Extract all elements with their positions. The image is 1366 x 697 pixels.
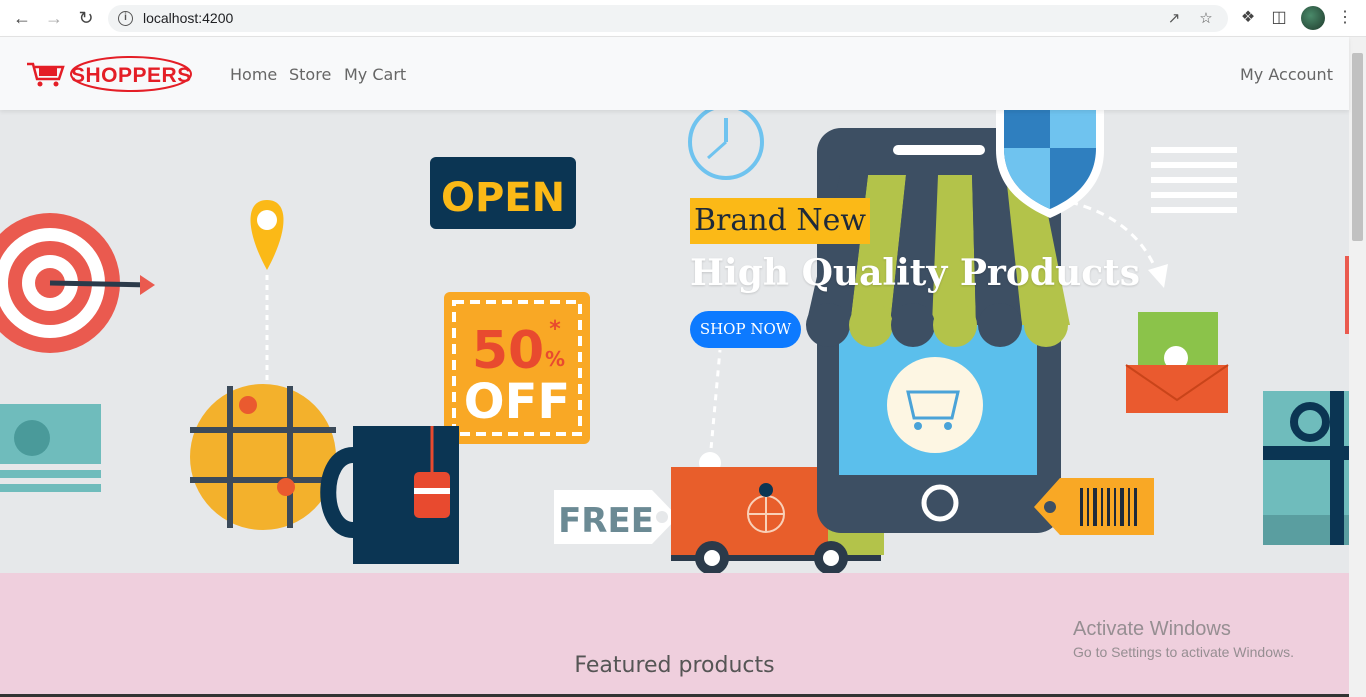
gift-box-icon bbox=[1263, 391, 1349, 545]
money-icon bbox=[0, 404, 101, 492]
profile-avatar[interactable] bbox=[1301, 6, 1325, 30]
scrollbar-thumb[interactable] bbox=[1352, 53, 1363, 241]
shoppers-logo[interactable]: SHOPPERS bbox=[25, 55, 195, 93]
site-navbar: SHOPPERS Home Store My Cart My Account bbox=[0, 37, 1349, 110]
watermark-line1: Activate Windows bbox=[1073, 618, 1231, 640]
target-icon bbox=[0, 213, 155, 353]
nav-link-my-cart[interactable]: My Cart bbox=[344, 65, 406, 84]
clock-icon bbox=[688, 110, 764, 180]
reload-icon[interactable]: ↻ bbox=[76, 8, 96, 28]
discount-star-text: * bbox=[549, 317, 561, 342]
hero-badge: Brand New bbox=[690, 198, 871, 244]
nav-link-store[interactable]: Store bbox=[289, 65, 331, 84]
brand-name: SHOPPERS bbox=[71, 64, 192, 87]
browser-toolbar: ← → ↻ i localhost:4200 ↗ ☆ ❖ ◫ ⋮ bbox=[0, 0, 1366, 37]
url-text[interactable]: localhost:4200 bbox=[143, 10, 233, 26]
nav-link-home[interactable]: Home bbox=[230, 65, 277, 84]
share-icon[interactable]: ↗ bbox=[1166, 11, 1182, 27]
forward-arrow-icon[interactable]: → bbox=[44, 8, 64, 28]
map-icon bbox=[190, 384, 336, 530]
shopping-bag-icon bbox=[320, 426, 459, 564]
shop-now-button[interactable]: SHOP NOW bbox=[690, 311, 801, 348]
hero-title: High Quality Products bbox=[690, 252, 1141, 294]
document-lines-icon bbox=[1151, 147, 1237, 213]
site-info-icon[interactable]: i bbox=[118, 11, 133, 26]
menu-kebab-icon[interactable]: ⋮ bbox=[1336, 9, 1354, 27]
free-tag-text: FREE bbox=[558, 501, 654, 541]
back-arrow-icon[interactable]: ← bbox=[12, 8, 32, 28]
hero-banner: OPEN 50 % * OFF FREE Brand New High Qual… bbox=[0, 110, 1349, 573]
side-panel-icon[interactable]: ◫ bbox=[1270, 9, 1288, 27]
address-bar[interactable]: i localhost:4200 ↗ ☆ bbox=[108, 5, 1228, 32]
discount-tag-icon: 50 % * OFF bbox=[444, 292, 590, 444]
discount-off-text: OFF bbox=[464, 374, 570, 430]
discount-number-text: 50 bbox=[472, 321, 544, 381]
discount-percent-text: % bbox=[545, 347, 565, 371]
open-sign-text: OPEN bbox=[441, 175, 565, 221]
bookmark-star-icon[interactable]: ☆ bbox=[1198, 11, 1214, 27]
extensions-puzzle-icon[interactable]: ❖ bbox=[1239, 9, 1257, 27]
open-sign-icon: OPEN bbox=[430, 157, 576, 229]
watermark-line2: Go to Settings to activate Windows. bbox=[1073, 644, 1294, 660]
envelope-icon bbox=[1125, 312, 1229, 413]
page-scrollbar[interactable] bbox=[1349, 37, 1366, 697]
location-pin-icon bbox=[250, 200, 284, 390]
nav-link-my-account[interactable]: My Account bbox=[1240, 65, 1333, 84]
ecommerce-illustration: OPEN 50 % * OFF FREE bbox=[0, 110, 1349, 573]
windows-activation-watermark: Activate Windows Go to Settings to activ… bbox=[1073, 618, 1294, 660]
